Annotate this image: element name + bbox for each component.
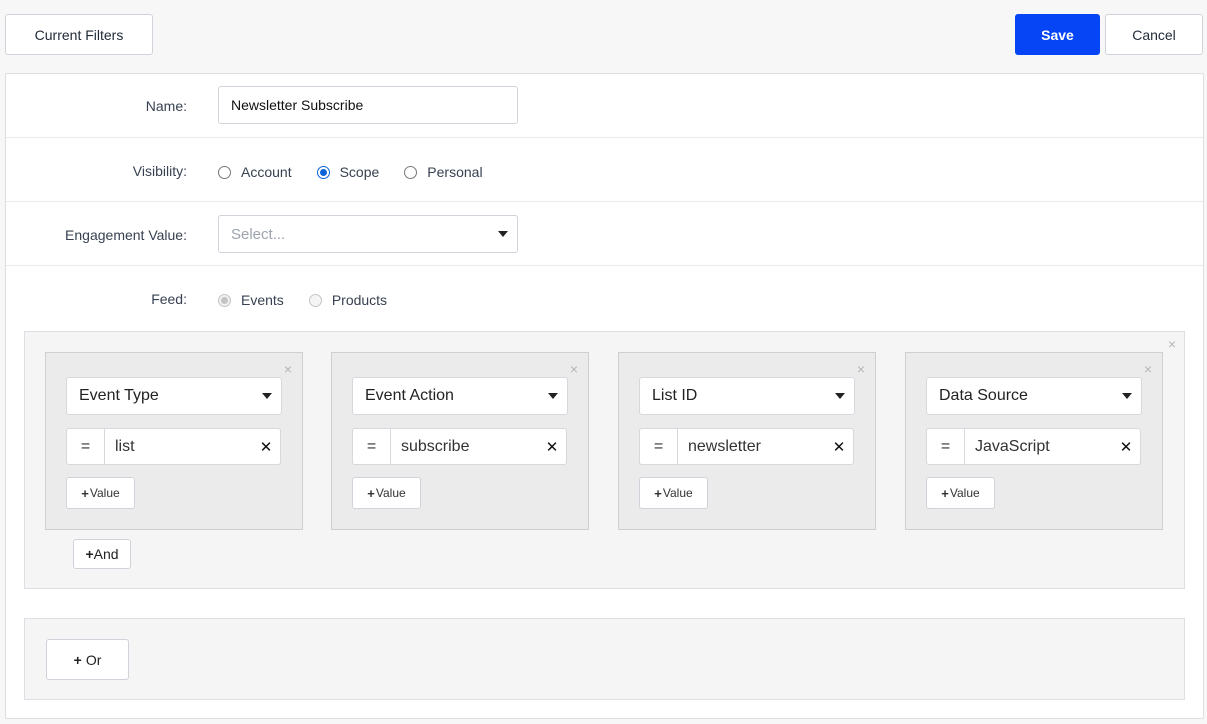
- plus-icon: +: [81, 485, 89, 501]
- name-input-value: Newsletter Subscribe: [231, 97, 364, 113]
- condition-value-text[interactable]: subscribe: [391, 438, 538, 456]
- radio-account[interactable]: [218, 165, 231, 179]
- visibility-label: Visibility:: [132, 163, 187, 179]
- plus-icon: +: [941, 485, 949, 501]
- engagement-value-placeholder: Select...: [231, 225, 286, 243]
- add-value-button[interactable]: + Value: [926, 477, 995, 509]
- add-value-button[interactable]: + Value: [352, 477, 421, 509]
- radio-personal[interactable]: [404, 165, 418, 179]
- close-icon[interactable]: ×: [570, 361, 578, 377]
- condition-value-text[interactable]: newsletter: [678, 438, 825, 456]
- condition-field-label: List ID: [652, 387, 698, 404]
- current-filters-label: Current Filters: [34, 26, 124, 43]
- feed-label: Feed:: [151, 291, 187, 307]
- visibility-option-account[interactable]: Account: [218, 164, 292, 180]
- add-value-label: Value: [89, 486, 120, 500]
- close-icon[interactable]: ×: [1168, 336, 1176, 352]
- radio-events[interactable]: [218, 293, 231, 307]
- add-value-button[interactable]: + Value: [639, 477, 708, 509]
- add-value-label: Value: [662, 486, 693, 500]
- condition-value-text[interactable]: list: [105, 438, 252, 456]
- close-icon[interactable]: ×: [1144, 361, 1152, 377]
- name-input[interactable]: Newsletter Subscribe: [218, 86, 518, 124]
- add-and-label: And: [93, 546, 119, 562]
- condition-field-select[interactable]: Event Action: [352, 377, 568, 415]
- feed-radio-group: Events Products: [218, 292, 412, 308]
- plus-icon: +: [73, 651, 82, 668]
- condition-value-field[interactable]: = subscribe ✕: [352, 428, 567, 465]
- operator-selector[interactable]: =: [67, 429, 105, 464]
- remove-value-icon[interactable]: ✕: [538, 438, 566, 456]
- condition-value-field[interactable]: = newsletter ✕: [639, 428, 854, 465]
- save-label: Save: [1041, 26, 1074, 43]
- plus-icon: +: [654, 485, 662, 501]
- cancel-button[interactable]: Cancel: [1105, 14, 1203, 55]
- feed-option-events-label: Events: [241, 292, 284, 308]
- add-and-button[interactable]: + And: [73, 539, 131, 569]
- remove-value-icon[interactable]: ✕: [1112, 438, 1140, 456]
- feed-option-products-label: Products: [331, 292, 388, 308]
- or-group-area: + Or: [24, 618, 1185, 700]
- condition-field-label: Event Action: [365, 387, 454, 404]
- condition-value-field[interactable]: = list ✕: [66, 428, 281, 465]
- engagement-value-select[interactable]: Select...: [218, 215, 518, 253]
- condition-field-select[interactable]: List ID: [639, 377, 855, 415]
- engagement-value-label: Engagement Value:: [65, 227, 187, 243]
- visibility-option-scope[interactable]: Scope: [316, 164, 380, 180]
- condition-value-field[interactable]: = JavaScript ✕: [926, 428, 1141, 465]
- visibility-option-scope-label: Scope: [339, 164, 380, 180]
- visibility-radio-group: Account Scope Personal: [218, 164, 508, 180]
- visibility-option-personal-label: Personal: [427, 164, 483, 180]
- cancel-label: Cancel: [1132, 26, 1176, 43]
- current-filters-button[interactable]: Current Filters: [5, 14, 153, 55]
- chevron-down-icon: [835, 393, 845, 399]
- visibility-option-account-label: Account: [241, 164, 292, 180]
- condition-card: × Data Source = JavaScript ✕ + Value: [905, 352, 1163, 530]
- radio-scope[interactable]: [316, 165, 330, 179]
- condition-field-select[interactable]: Event Type: [66, 377, 282, 415]
- save-button[interactable]: Save: [1015, 14, 1100, 55]
- condition-card: × Event Action = subscribe ✕ + Value: [331, 352, 589, 530]
- feed-option-events[interactable]: Events: [218, 292, 284, 308]
- plus-icon: +: [85, 546, 94, 562]
- operator-selector[interactable]: =: [927, 429, 965, 464]
- add-or-button[interactable]: + Or: [46, 639, 129, 680]
- chevron-down-icon: [548, 393, 558, 399]
- close-icon[interactable]: ×: [857, 361, 865, 377]
- condition-field-label: Data Source: [939, 387, 1028, 404]
- chevron-down-icon: [1122, 393, 1132, 399]
- add-value-label: Value: [949, 486, 980, 500]
- plus-icon: +: [367, 485, 375, 501]
- name-row: Name: Newsletter Subscribe: [6, 74, 1203, 138]
- chevron-down-icon: [498, 231, 508, 237]
- operator-selector[interactable]: =: [640, 429, 678, 464]
- radio-products[interactable]: [308, 293, 322, 307]
- add-value-button[interactable]: + Value: [66, 477, 135, 509]
- remove-value-icon[interactable]: ✕: [252, 438, 280, 456]
- operator-selector[interactable]: =: [353, 429, 391, 464]
- close-icon[interactable]: ×: [284, 361, 292, 377]
- add-or-label: Or: [85, 651, 102, 668]
- name-label: Name:: [145, 98, 187, 114]
- engagement-value-row: Engagement Value: Select...: [6, 202, 1203, 266]
- visibility-option-personal[interactable]: Personal: [404, 164, 483, 180]
- feed-option-products[interactable]: Products: [308, 292, 388, 308]
- condition-card: × Event Type = list ✕ + Value: [45, 352, 303, 530]
- condition-field-select[interactable]: Data Source: [926, 377, 1142, 415]
- chevron-down-icon: [262, 393, 272, 399]
- condition-card: × List ID = newsletter ✕ + Value: [618, 352, 876, 530]
- add-value-label: Value: [375, 486, 406, 500]
- and-group: × × Event Type = list ✕ + Value × Event A…: [24, 331, 1185, 589]
- condition-value-text[interactable]: JavaScript: [965, 438, 1112, 456]
- condition-field-label: Event Type: [79, 387, 159, 404]
- filter-editor-panel: Name: Newsletter Subscribe Visibility: A…: [5, 73, 1204, 719]
- visibility-row: Visibility: Account Scope Personal: [6, 138, 1203, 202]
- remove-value-icon[interactable]: ✕: [825, 438, 853, 456]
